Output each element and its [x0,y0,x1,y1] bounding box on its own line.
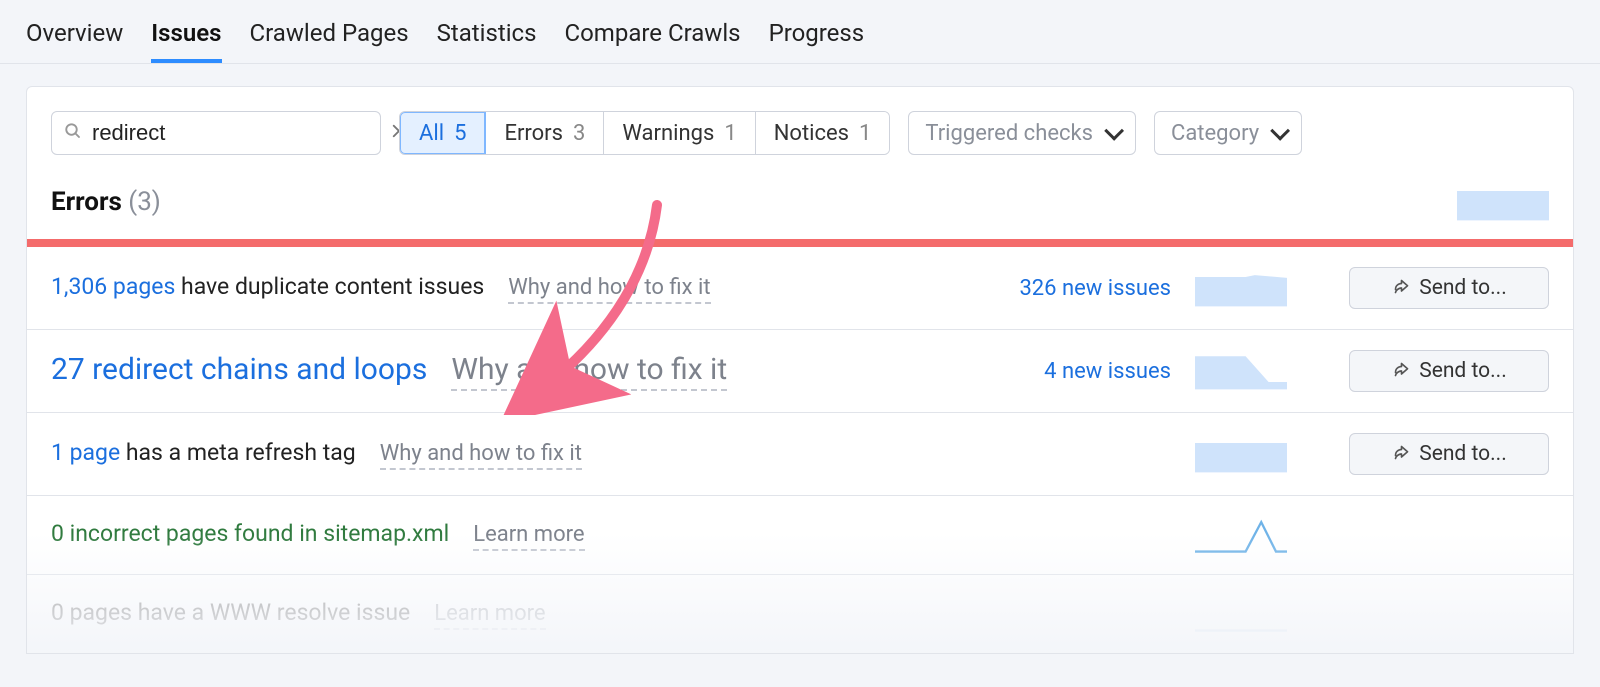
issue-sparkline [1195,516,1287,554]
segment-errors-count: 3 [573,121,585,146]
send-to-button[interactable]: Send to... [1349,267,1549,309]
triggered-checks-label: Triggered checks [925,121,1093,146]
tab-statistics[interactable]: Statistics [437,19,537,63]
issue-row: 1 page has a meta refresh tag Why and ho… [27,413,1573,496]
segment-notices-count: 1 [859,121,871,146]
top-tabs: Overview Issues Crawled Pages Statistics… [0,0,1600,64]
chevron-down-icon [1104,121,1124,141]
new-issues-count[interactable]: 4 new issues [971,359,1171,384]
category-label: Category [1171,121,1259,146]
errors-severity-bar [27,239,1573,247]
segment-errors[interactable]: Errors 3 [485,112,603,154]
category-heading-label: Errors [51,187,122,217]
category-dropdown[interactable]: Category [1154,111,1302,155]
search-input[interactable] [92,120,380,146]
filters-row: All 5 Errors 3 Warnings 1 Notices 1 Trig… [27,87,1573,155]
share-arrow-icon [1391,279,1409,297]
segment-all-count: 5 [454,121,466,146]
tab-progress[interactable]: Progress [769,19,865,63]
triggered-checks-dropdown[interactable]: Triggered checks [908,111,1136,155]
tab-overview[interactable]: Overview [26,19,123,63]
category-heading: Errors (3) [27,155,1573,235]
issue-type-segmented: All 5 Errors 3 Warnings 1 Notices 1 [399,111,890,155]
tab-compare-crawls[interactable]: Compare Crawls [564,19,740,63]
send-to-button[interactable]: Send to... [1349,350,1549,392]
share-arrow-icon [1391,362,1409,380]
issue-title-rest: have duplicate content issues [175,273,484,300]
segment-notices-label: Notices [774,121,849,146]
search-box[interactable] [51,111,381,155]
segment-all[interactable]: All 5 [399,111,486,155]
issue-sparkline [1195,352,1287,390]
category-sparkline [1457,183,1549,221]
segment-warnings-count: 1 [724,121,736,146]
issue-title[interactable]: 27 redirect chains and loops [51,352,427,387]
issues-panel: All 5 Errors 3 Warnings 1 Notices 1 Trig… [26,86,1574,654]
tab-crawled-pages[interactable]: Crawled Pages [250,19,409,63]
segment-all-label: All [419,121,444,146]
issue-row: 0 pages have a WWW resolve issue Learn m… [27,575,1573,653]
category-heading-count: (3) [128,187,161,217]
issue-title-rest: has a meta refresh tag [120,439,356,466]
issue-row: 1,306 pages have duplicate content issue… [27,247,1573,330]
send-to-label: Send to... [1419,276,1507,300]
learn-more-link[interactable]: Learn more [434,601,545,630]
issue-count-link[interactable]: 1,306 pages [51,273,175,300]
share-arrow-icon [1391,445,1409,463]
issue-sparkline [1195,595,1287,633]
segment-warnings-label: Warnings [622,121,714,146]
why-and-how-link[interactable]: Why and how to fix it [380,441,582,470]
issue-sparkline [1195,435,1287,473]
chevron-down-icon [1270,121,1290,141]
learn-more-link[interactable]: Learn more [473,522,584,551]
send-to-label: Send to... [1419,442,1507,466]
issue-count-link[interactable]: 1 page [51,439,120,466]
issue-row: 0 incorrect pages found in sitemap.xml L… [27,496,1573,575]
issue-sparkline [1195,269,1287,307]
issue-title[interactable]: 0 incorrect pages found in sitemap.xml [51,520,449,547]
search-icon [64,122,82,144]
send-to-label: Send to... [1419,359,1507,383]
segment-warnings[interactable]: Warnings 1 [603,112,754,154]
issue-title[interactable]: 1 page has a meta refresh tag [51,439,356,466]
why-and-how-link[interactable]: Why and how to fix it [508,275,710,304]
issue-row: 27 redirect chains and loops Why and how… [27,330,1573,413]
new-issues-count[interactable]: 326 new issues [971,276,1171,301]
issue-title[interactable]: 0 pages have a WWW resolve issue [51,599,410,626]
why-and-how-link[interactable]: Why and how to fix it [451,352,727,391]
segment-errors-label: Errors [504,121,563,146]
segment-notices[interactable]: Notices 1 [755,112,890,154]
send-to-button[interactable]: Send to... [1349,433,1549,475]
issue-title[interactable]: 1,306 pages have duplicate content issue… [51,273,484,300]
tab-issues[interactable]: Issues [151,19,221,63]
